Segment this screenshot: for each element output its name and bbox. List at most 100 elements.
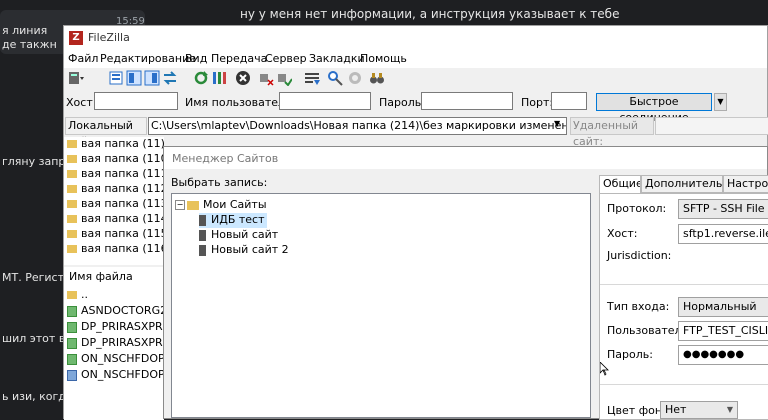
folder-icon [67,215,77,223]
server-icon [199,229,206,241]
reconnect-icon[interactable] [276,70,292,86]
list-item[interactable]: вая папка (11) [67,137,165,151]
port-label: Порт: [521,96,554,109]
chat-fragment: МТ. Регистр [2,271,71,284]
site-path-row: Локальный сайт: C:\Users\mlaptev\Downloa… [64,115,768,148]
menu-help[interactable]: Помощь [360,52,407,65]
logon-type-select[interactable]: Нормальный [678,297,768,317]
chat-message: ну у меня нет информации, а инструкция у… [240,7,620,21]
toolbar [64,68,767,88]
site-manager-dialog: Менеджер Сайтов Выбрать запись: − Мои Сай… [163,146,768,420]
file-icon [67,369,77,381]
dialog-title: Менеджер Сайтов [172,152,279,165]
chat-fragment: шил этот во [2,332,73,345]
server-icon [199,214,206,226]
file-icon [67,305,77,317]
host-input[interactable] [94,92,178,110]
general-tab-panel: Протокол: SFTP - SSH File Trans Хост: sf… [599,193,768,420]
local-site-label: Локальный сайт: [65,117,147,148]
dialog-title-bar[interactable]: Менеджер Сайтов [164,147,767,169]
toggle-tree-icon[interactable] [126,70,142,86]
tab-advanced[interactable]: Дополнительно [641,175,723,193]
tab-general[interactable]: Общие [599,175,641,194]
tree-item-site[interactable]: ИДБ тест [199,213,267,228]
local-path-dropdown-icon[interactable]: ▼ [554,119,560,128]
mouse-cursor-icon [600,362,609,376]
list-item[interactable]: вая папка (112) [67,182,172,196]
password-label: Пароль: [379,96,425,109]
jurisdiction-label: Jurisdiction: [607,249,672,262]
divider [600,284,768,285]
site-tree[interactable]: − Мои Сайты ИДБ тест Новый сайт Новый сай… [171,193,591,418]
folder-icon [67,185,77,193]
local-folder-tree: вая папка (11) вая папка (110) вая папка… [64,137,172,265]
remote-site-label: Удаленный сайт: [570,117,654,148]
file-list-header[interactable]: Имя файла [64,267,164,286]
local-path-input[interactable]: C:\Users\mlaptev\Downloads\Новая папка (… [148,117,567,135]
chat-line: де такжн [2,38,57,51]
chevron-down-icon: ▼ [726,405,733,414]
tree-item-site[interactable]: Новый сайт 2 [199,243,289,258]
list-item[interactable]: вая папка (110) [67,152,172,166]
quickconnect-dropdown-icon[interactable]: ▼ [714,93,727,111]
folder-up-icon [67,291,77,299]
list-item[interactable]: вая папка (114) [67,212,172,226]
list-item[interactable]: вая папка (113) [67,197,172,211]
process-queue-icon[interactable] [211,70,227,86]
folder-icon [67,140,77,148]
menu-bookmarks[interactable]: Закладки [309,52,365,65]
refresh-icon[interactable] [193,70,209,86]
username-input[interactable] [279,92,371,110]
chat-line: я линия [2,24,48,37]
binoculars-icon[interactable] [369,70,385,86]
host-field[interactable]: sftp1.reverse.iledeb [678,224,768,244]
password-input[interactable] [421,92,513,110]
toggle-remote-tree-icon[interactable] [144,70,160,86]
table-row[interactable]: .. [67,288,88,302]
site-manager-icon[interactable] [68,70,84,86]
folder-icon [67,155,77,163]
host-label: Хост: [66,96,97,109]
remote-path-input[interactable] [655,117,768,135]
search-icon[interactable] [327,70,343,86]
compare-icon[interactable] [347,70,363,86]
menu-server[interactable]: Сервер [265,52,307,65]
quickconnect-button[interactable]: Быстрое соединение [596,93,712,124]
folder-icon [67,200,77,208]
folder-icon [187,200,199,210]
chat-fragment: гляну запр [2,155,66,168]
menu-transfer[interactable]: Передача [211,52,267,65]
filter-icon[interactable] [304,70,320,86]
transfer-queue-icon[interactable] [162,70,178,86]
filename-column-header[interactable]: Имя файла [69,270,133,283]
list-item[interactable]: вая папка (116) [67,242,172,256]
menu-edit[interactable]: Редактирование [100,52,196,65]
password-label: Пароль: [607,348,653,361]
protocol-select[interactable]: SFTP - SSH File Trans [678,199,768,219]
cancel-icon[interactable] [235,70,251,86]
file-icon [67,353,77,365]
port-input[interactable] [551,92,587,110]
list-item[interactable]: вая папка (111) [67,167,172,181]
menu-bar: Файл Редактирование Вид Передача Сервер … [64,50,767,68]
toggle-log-icon[interactable] [108,70,124,86]
folder-icon [67,170,77,178]
password-field[interactable]: ●●●●●●● [678,345,768,365]
background-color-select[interactable]: Нет ▼ [660,401,738,419]
quickconnect-bar: Хост: Имя пользователя: Пароль: Порт: Бы… [64,90,767,124]
tree-item-site[interactable]: Новый сайт [199,228,278,243]
file-icon [67,337,77,349]
tab-transfer-settings[interactable]: Настройк [723,175,768,193]
collapse-icon[interactable]: − [175,200,185,210]
menu-view[interactable]: Вид [185,52,207,65]
local-file-list: .. ASNDOCTORG2_20 DP_PRIRASXPRIN_ DP_PRI… [64,285,187,420]
user-field[interactable]: FTP_TEST_CISLINK [678,321,768,341]
title-bar[interactable]: Z FileZilla [64,26,767,50]
select-entry-label: Выбрать запись: [171,176,268,189]
list-item[interactable]: вая папка (115) [67,227,172,241]
folder-icon [67,230,77,238]
disconnect-icon[interactable] [258,70,274,86]
tree-item-my-sites[interactable]: − Мои Сайты [175,198,267,213]
file-icon [67,321,77,333]
menu-file[interactable]: Файл [68,52,98,65]
